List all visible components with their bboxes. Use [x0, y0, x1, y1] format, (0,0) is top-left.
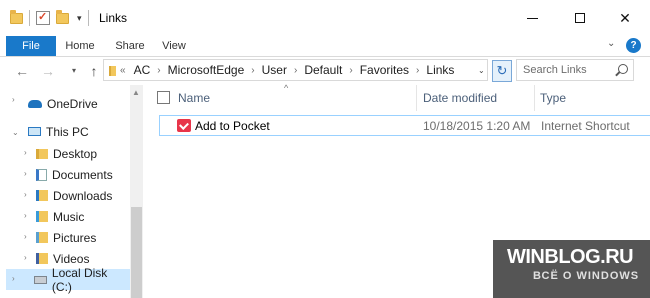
sort-ascending-icon: ^ [284, 83, 289, 93]
onedrive-icon [28, 99, 42, 108]
chevron-right-icon[interactable]: › [24, 211, 27, 220]
videos-icon [36, 253, 48, 264]
search-input[interactable]: Search Links [516, 59, 634, 81]
tab-share[interactable]: Share [110, 36, 150, 56]
sidebar-item-label: Music [53, 209, 85, 224]
forward-button[interactable]: → [38, 61, 58, 81]
watermark-logo: WINBLOG.RU [507, 246, 634, 268]
search-icon [618, 64, 628, 74]
divider [29, 10, 30, 26]
tab-home[interactable]: Home [60, 36, 100, 56]
recent-locations-chevron-icon[interactable]: ▾ [64, 61, 84, 81]
chevron-right-icon[interactable]: › [24, 169, 27, 178]
chevron-right-icon[interactable]: › [12, 274, 15, 283]
close-button[interactable]: ✕ [603, 0, 647, 36]
folder-icon [10, 9, 23, 24]
navigation-scrollbar[interactable]: ▲ [130, 85, 143, 298]
downloads-icon [36, 190, 48, 201]
column-header-name[interactable]: Name [178, 85, 210, 111]
tab-file[interactable]: File [6, 36, 56, 56]
disk-icon [34, 275, 47, 284]
documents-icon [36, 168, 47, 181]
sidebar-item-label: Downloads [53, 188, 113, 203]
chevron-right-icon[interactable]: › [24, 253, 27, 262]
pocket-icon [177, 119, 191, 132]
sidebar-item-label: Pictures [53, 230, 97, 245]
expand-ribbon-chevron-icon[interactable]: ⌄ [607, 38, 615, 49]
sidebar-item-label: This PC [46, 124, 89, 139]
file-type: Internet Shortcut [541, 119, 630, 133]
file-date: 10/18/2015 1:20 AM [423, 119, 531, 133]
address-bar[interactable]: « AC › MicrosoftEdge › User › Default › … [103, 59, 488, 81]
breadcrumb-item[interactable]: Favorites [360, 63, 409, 77]
search-placeholder: Search Links [523, 64, 587, 76]
tab-view[interactable]: View [156, 36, 192, 56]
chevron-right-icon[interactable]: › [349, 65, 352, 76]
divider [87, 10, 89, 26]
sidebar-item-label: Local Disk (C:) [51, 265, 108, 294]
chevron-right-icon[interactable]: › [24, 190, 27, 199]
breadcrumb-item[interactable]: MicrosoftEdge [168, 63, 245, 77]
column-divider[interactable] [534, 85, 535, 111]
scroll-up-icon[interactable]: ▲ [132, 88, 140, 97]
maximize-icon [575, 13, 585, 23]
chevron-right-icon[interactable]: › [24, 232, 27, 241]
close-icon: ✕ [619, 9, 631, 26]
select-all-checkbox[interactable] [157, 91, 170, 104]
ribbon-tabs: File Home Share View ⌄ ? [0, 36, 650, 56]
chevron-right-icon[interactable]: › [416, 65, 419, 76]
pictures-icon [36, 232, 48, 243]
sidebar-item-label: Videos [53, 251, 90, 266]
folder-icon [109, 66, 116, 76]
breadcrumb-item[interactable]: AC [134, 63, 151, 77]
title-bar: ▾ Links ✕ [0, 0, 650, 36]
navigation-pane: › OneDrive ⌄ This PC › Desktop › Documen… [0, 85, 143, 298]
address-dropdown-icon[interactable]: ⌄ [478, 61, 488, 81]
refresh-button[interactable]: ↻ [492, 60, 512, 82]
breadcrumb-item[interactable]: User [262, 63, 287, 77]
watermark: WINBLOG.RU ВСЁ О WINDOWS [493, 240, 650, 298]
minimize-icon [526, 17, 538, 19]
back-button[interactable]: ← [12, 61, 32, 81]
customize-toolbar-chevron-icon[interactable]: ▾ [77, 13, 82, 24]
sidebar-item-local-disk[interactable]: › Local Disk (C:) [6, 266, 130, 294]
sidebar-item-label: Desktop [53, 146, 98, 161]
chevron-right-icon[interactable]: › [157, 65, 160, 76]
up-button[interactable]: ↑ [84, 61, 104, 81]
sidebar-item-label: Documents [52, 167, 113, 182]
file-row[interactable]: Add to Pocket 10/18/2015 1:20 AM Interne… [159, 115, 650, 136]
address-row: ← → ▾ ↑ « AC › MicrosoftEdge › User › De… [0, 57, 650, 85]
computer-icon [28, 127, 41, 136]
new-folder-icon[interactable] [56, 9, 69, 24]
breadcrumb: « AC › MicrosoftEdge › User › Default › … [120, 60, 454, 80]
column-header-type[interactable]: Type [540, 85, 566, 111]
watermark-tagline: ВСЁ О WINDOWS [533, 270, 640, 282]
chevron-right-icon[interactable]: › [294, 65, 297, 76]
chevron-down-icon[interactable]: ⌄ [12, 128, 19, 137]
chevron-right-icon[interactable]: › [12, 95, 15, 104]
help-button[interactable]: ? [626, 38, 641, 53]
music-icon [36, 211, 48, 222]
breadcrumb-item[interactable]: Default [304, 63, 342, 77]
scrollbar-thumb[interactable] [131, 207, 142, 298]
column-divider[interactable] [416, 85, 417, 111]
minimize-button[interactable] [510, 0, 554, 36]
quick-access-toolbar: ▾ [10, 9, 89, 26]
desktop-folder-icon [36, 148, 48, 159]
chevron-right-icon[interactable]: › [251, 65, 254, 76]
breadcrumb-overflow-icon[interactable]: « [120, 65, 126, 76]
properties-icon[interactable] [36, 10, 50, 25]
column-header-date[interactable]: Date modified [423, 85, 497, 111]
chevron-right-icon[interactable]: › [24, 148, 27, 157]
maximize-button[interactable] [558, 0, 602, 36]
sidebar-item-label: OneDrive [47, 96, 98, 111]
file-name: Add to Pocket [195, 119, 270, 133]
window-title: Links [99, 11, 128, 25]
breadcrumb-item[interactable]: Links [426, 63, 454, 77]
